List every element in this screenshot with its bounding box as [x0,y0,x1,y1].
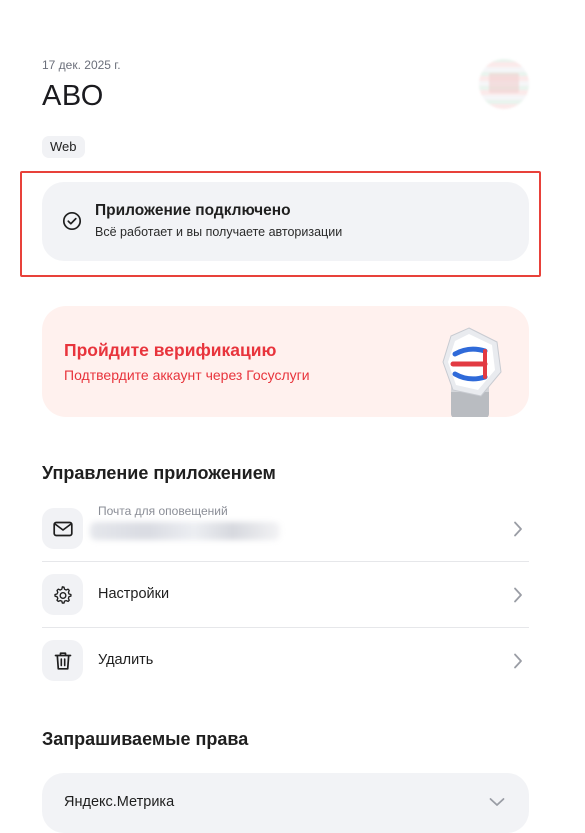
chevron-right-icon [514,653,522,669]
delete-row[interactable]: Удалить [42,628,529,694]
chevron-down-icon [489,798,505,806]
notification-email-row[interactable]: Почта для оповещений [42,496,529,562]
rights-dropdown[interactable]: Яндекс.Метрика [42,773,529,833]
mail-icon [42,508,83,549]
email-caption: Почта для оповещений [98,504,228,518]
gear-icon [42,574,83,615]
chevron-right-icon [514,587,522,603]
delete-label: Удалить [98,652,154,668]
management-heading: Управление приложением [42,463,276,483]
trash-icon [42,640,83,681]
verification-subtitle: Подтвердите аккаунт через Госуслуги [64,367,310,383]
gosuslugi-badge-icon [442,327,502,417]
rights-heading: Запрашиваемые права [42,729,249,749]
app-date: 17 дек. 2025 г. [42,58,121,72]
app-avatar [479,59,529,109]
verification-title: Пройдите верификацию [64,340,277,360]
highlight-frame [20,171,541,277]
verification-banner[interactable]: Пройдите верификацию Подтвердите аккаунт… [42,306,529,417]
platform-badge: Web [42,136,85,158]
settings-label: Настройки [98,586,170,602]
app-title: АВО [42,80,104,112]
rights-selected-label: Яндекс.Метрика [64,794,175,810]
chevron-right-icon [514,521,522,537]
settings-row[interactable]: Настройки [42,562,529,628]
email-value-redacted [90,522,280,540]
